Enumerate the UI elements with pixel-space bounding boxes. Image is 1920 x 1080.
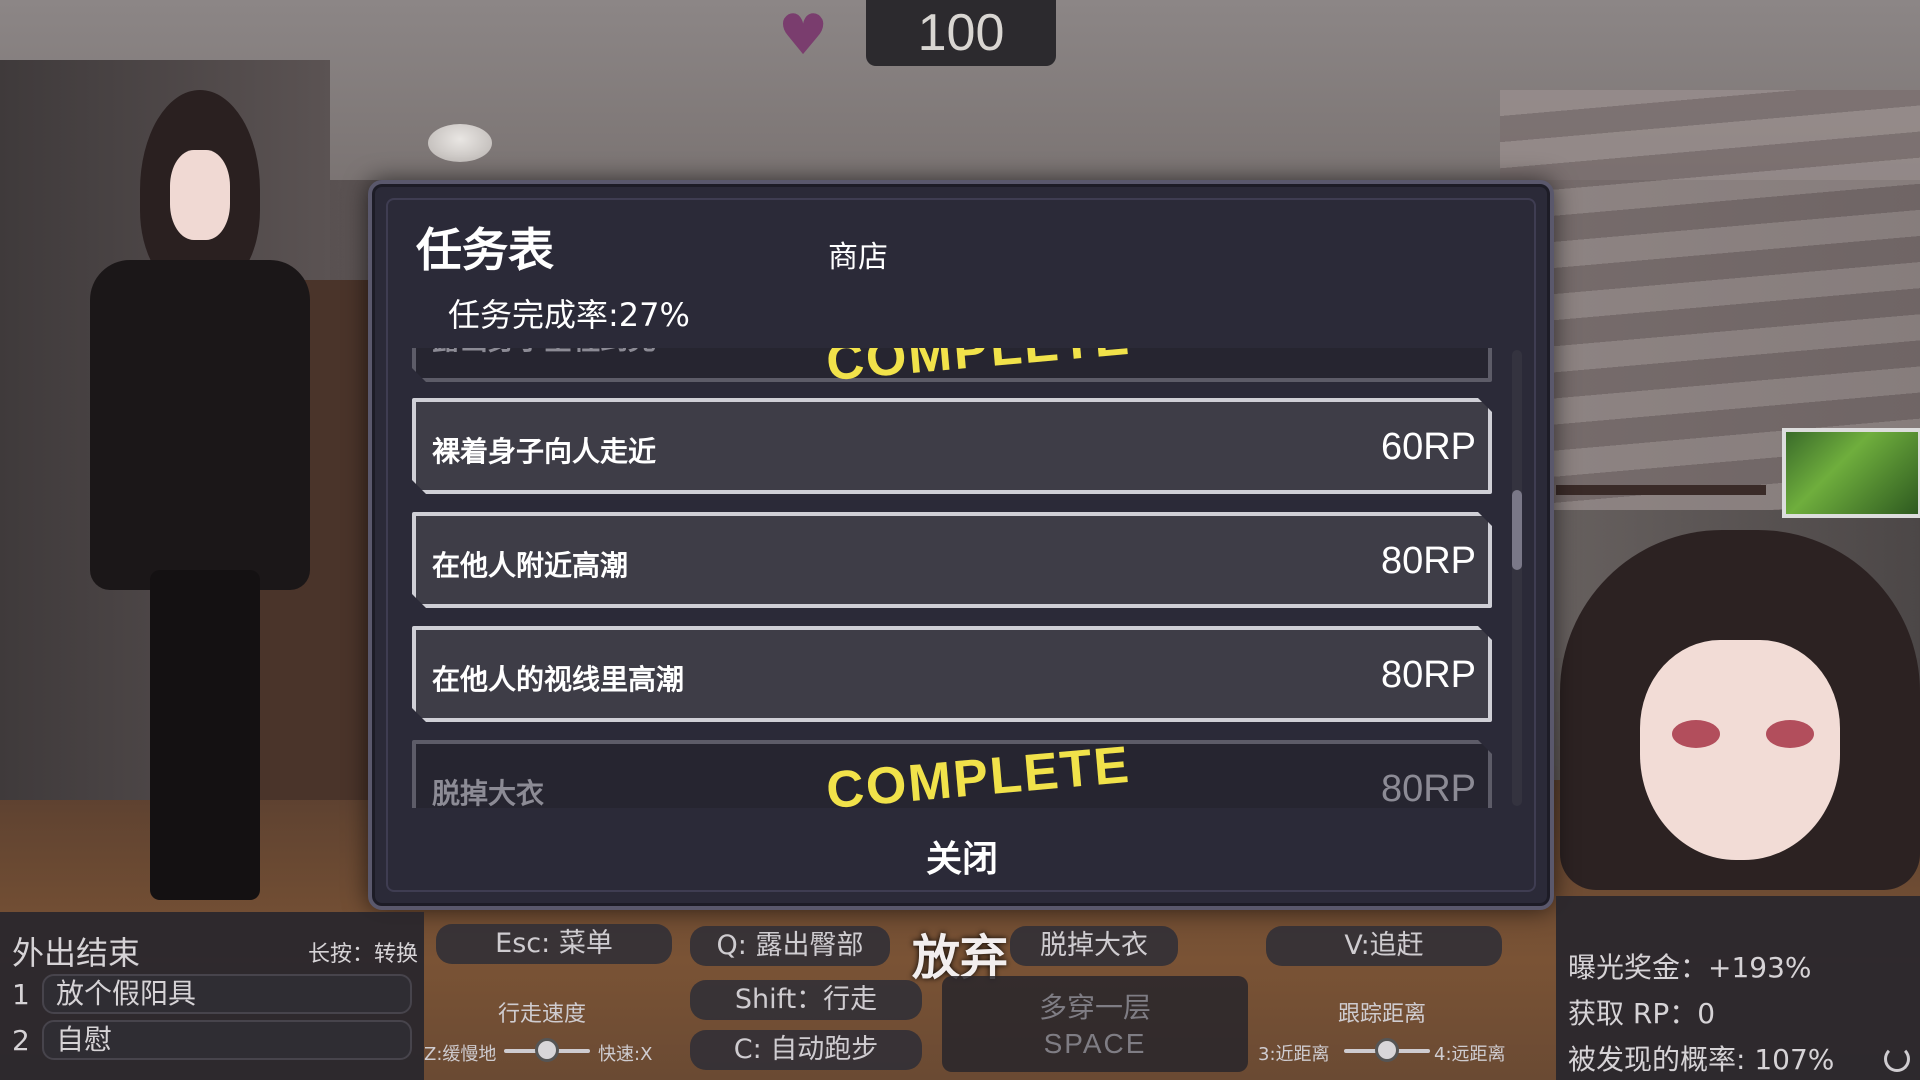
space-key-label: SPACE — [1043, 1028, 1147, 1059]
task-reward: 80RP — [1380, 654, 1476, 696]
complete-stamp: COMPLETE — [824, 735, 1133, 808]
walk-toggle-button[interactable]: Shift：行走 — [690, 980, 922, 1020]
task-name: 脱掉大衣 — [432, 777, 545, 808]
action-option[interactable]: 1 放个假阳具 — [8, 974, 412, 1014]
refresh-icon[interactable] — [1884, 1046, 1910, 1072]
complete-stamp: COMPLETE — [824, 348, 1133, 393]
task-reward: 80RP — [1380, 540, 1476, 582]
stats-panel: 曝光奖金：+193% 获取 RP：0 被发现的概率: 107% — [1556, 896, 1920, 1080]
track-distance-knob[interactable] — [1375, 1038, 1399, 1062]
completion-rate: 任务完成率:27% — [448, 296, 690, 334]
exposure-bonus: 曝光奖金：+193% — [1568, 951, 1812, 984]
outing-end-label: 外出结束 — [12, 934, 141, 972]
tab-shop[interactable]: 商店 — [828, 232, 888, 276]
character-coat — [90, 260, 310, 590]
track-distance-label: 跟踪距离 — [1338, 1002, 1427, 1027]
esc-menu-button[interactable]: Esc: 菜单 — [436, 924, 672, 964]
task-list[interactable]: 露出身子全程到完 COMPLETE 20RP 裸着身子向人走近 60RP 在他人… — [412, 348, 1508, 808]
task-list-scrollbar[interactable] — [1512, 350, 1522, 806]
discovery-chance: 被发现的概率: 107% — [1568, 1043, 1835, 1076]
extra-layer-button[interactable]: 多穿一层 SPACE — [942, 976, 1248, 1072]
tab-tasks[interactable]: 任务表 — [416, 214, 554, 280]
task-name: 露出身子全程到完 — [432, 348, 656, 358]
near-key-label: 3:近距离 — [1258, 1044, 1330, 1065]
hold-toggle-hint: 长按：转换 — [307, 942, 418, 967]
far-key-label: 4:远距离 — [1434, 1044, 1506, 1065]
task-row[interactable]: 在他人的视线里高潮 80RP — [412, 626, 1492, 722]
close-button[interactable]: 关闭 — [862, 832, 1062, 888]
wall-screen — [1782, 428, 1920, 518]
portrait-eye-left — [1672, 720, 1720, 748]
task-name: 在他人附近高潮 — [432, 549, 629, 582]
walk-speed-knob[interactable] — [535, 1038, 559, 1062]
task-row[interactable]: 露出身子全程到完 COMPLETE 20RP — [412, 348, 1492, 382]
rp-gained: 获取 RP：0 — [1568, 997, 1716, 1030]
option-label[interactable]: 自慰 — [42, 1020, 412, 1060]
task-row[interactable]: 裸着身子向人走近 60RP — [412, 398, 1492, 494]
track-distance-slider[interactable] — [1344, 1038, 1430, 1062]
score-counter: 100 — [866, 0, 1056, 66]
task-list-modal: 任务表 商店 任务完成率:27% 露出身子全程到完 COMPLETE 20RP … — [368, 180, 1554, 910]
player-character — [80, 70, 320, 900]
take-off-coat-button[interactable]: 脱掉大衣 — [1010, 926, 1178, 966]
walk-speed-label: 行走速度 — [498, 1002, 587, 1027]
portrait-eye-right — [1766, 720, 1814, 748]
ceiling-lamp — [428, 124, 492, 162]
chase-button[interactable]: V:追赶 — [1266, 926, 1502, 966]
option-number: 2 — [12, 1024, 30, 1057]
task-row[interactable]: 脱掉大衣 COMPLETE 80RP — [412, 740, 1492, 808]
heart-icon: ♥ — [778, 3, 829, 68]
task-name: 在他人的视线里高潮 — [432, 663, 685, 696]
task-reward: 60RP — [1380, 426, 1476, 468]
option-label[interactable]: 放个假阳具 — [42, 974, 412, 1014]
walk-speed-slider[interactable] — [504, 1038, 590, 1062]
slow-key-label: Z:缓慢地 — [424, 1044, 497, 1065]
task-reward: 80RP — [1380, 768, 1476, 808]
option-number: 1 — [12, 978, 30, 1011]
action-option[interactable]: 2 自慰 — [8, 1020, 412, 1060]
expose-button[interactable]: Q: 露出臀部 — [690, 926, 890, 966]
task-reward: 20RP — [1381, 348, 1476, 357]
task-row[interactable]: 在他人附近高潮 80RP — [412, 512, 1492, 608]
extra-layer-label: 多穿一层 — [1038, 991, 1151, 1024]
auto-run-button[interactable]: C: 自动跑步 — [690, 1030, 922, 1070]
character-portrait — [1560, 530, 1920, 890]
scrollbar-thumb[interactable] — [1512, 490, 1522, 570]
character-legs — [150, 570, 260, 900]
action-panel: 外出结束 长按：转换 1 放个假阳具 2 自慰 — [0, 912, 424, 1080]
task-name: 裸着身子向人走近 — [432, 435, 657, 468]
wall-shelf — [1556, 485, 1766, 495]
character-face — [170, 150, 230, 240]
fast-key-label: 快速:X — [598, 1044, 653, 1065]
portrait-face — [1640, 640, 1840, 860]
